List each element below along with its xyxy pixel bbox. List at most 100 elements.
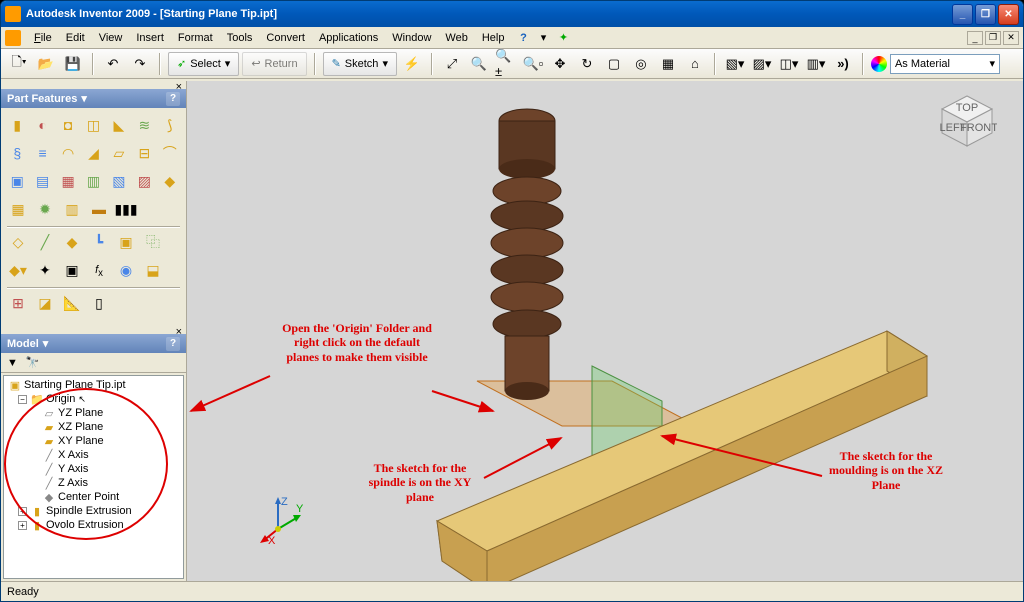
- move-face-icon[interactable]: ◆▾: [7, 259, 29, 281]
- tree-y-axis[interactable]: ╱Y Axis: [6, 462, 181, 476]
- sculpt-icon[interactable]: ◆: [160, 170, 180, 192]
- update-button[interactable]: ⚡: [400, 52, 424, 76]
- tree-yz-plane[interactable]: ▱YZ Plane: [6, 406, 181, 420]
- panel-close-icon-2[interactable]: ×: [176, 326, 182, 334]
- viewport[interactable]: TOP LEFT FRONT Open the 'Origin' Folder …: [187, 81, 1023, 581]
- menu-help[interactable]: Help: [475, 30, 512, 46]
- model-panel-header[interactable]: Model▾?: [1, 334, 186, 353]
- tree-root[interactable]: ▣Starting Plane Tip.ipt: [6, 378, 181, 392]
- insert-feature-icon[interactable]: ⬓: [142, 259, 164, 281]
- viewcube-button[interactable]: ▦: [656, 52, 680, 76]
- hole-icon[interactable]: ◘: [58, 114, 78, 136]
- zoom-dynamic-button[interactable]: 🔍±: [494, 52, 518, 76]
- work-plane-icon[interactable]: ◇: [7, 231, 29, 253]
- analyze-button[interactable]: »): [831, 52, 855, 76]
- barcode-icon[interactable]: ▮▮▮: [115, 198, 137, 220]
- mirror-icon[interactable]: ▥: [61, 198, 83, 220]
- shell-icon[interactable]: ◫: [83, 114, 103, 136]
- help-icon[interactable]: ?: [515, 30, 531, 46]
- decal-icon[interactable]: ▧: [109, 170, 129, 192]
- copy-object-icon[interactable]: ⿻: [142, 231, 164, 253]
- emboss-icon[interactable]: ▥: [83, 170, 103, 192]
- sweep-icon[interactable]: ⟆: [160, 114, 180, 136]
- parameters-icon[interactable]: fₓ: [88, 259, 110, 281]
- context-menu-icon[interactable]: ▾: [535, 30, 551, 46]
- filter-icon[interactable]: ▼: [7, 357, 18, 369]
- coil-icon[interactable]: §: [7, 142, 27, 164]
- tree-x-axis[interactable]: ╱X Axis: [6, 448, 181, 462]
- bend-icon[interactable]: ⌒: [160, 142, 180, 164]
- tree-ovolo-extrusion[interactable]: +▮Ovolo Extrusion: [6, 518, 181, 532]
- menu-applications[interactable]: Applications: [312, 30, 385, 46]
- region-icon[interactable]: ▯: [88, 292, 110, 314]
- work-axis-icon[interactable]: ╱: [34, 231, 56, 253]
- close-button[interactable]: ✕: [998, 4, 1019, 25]
- select-button[interactable]: ➶Select ▾: [168, 52, 239, 76]
- rect-pattern-icon[interactable]: ▦: [7, 198, 29, 220]
- menu-view[interactable]: View: [92, 30, 130, 46]
- home-button[interactable]: ⌂: [683, 52, 707, 76]
- menu-convert[interactable]: Convert: [259, 30, 312, 46]
- draft-icon[interactable]: ▱: [109, 142, 129, 164]
- delete-face-icon[interactable]: ▣: [7, 170, 27, 192]
- slice-button[interactable]: ▥▾: [804, 52, 828, 76]
- tree-spindle-extrusion[interactable]: +▮Spindle Extrusion: [6, 504, 181, 518]
- measure-icon[interactable]: 📐: [61, 292, 83, 314]
- tree-xy-plane[interactable]: ▰XY Plane: [6, 434, 181, 448]
- work-point-icon[interactable]: ◆: [61, 231, 83, 253]
- steering-wheel-button[interactable]: ◎: [629, 52, 653, 76]
- mdi-close-button[interactable]: ✕: [1003, 31, 1019, 45]
- replace-face-icon[interactable]: ▤: [32, 170, 52, 192]
- create-mate-icon[interactable]: ◉: [115, 259, 137, 281]
- panel-help-icon[interactable]: ?: [166, 92, 180, 106]
- extrude-icon[interactable]: ▮: [7, 114, 27, 136]
- material-dropdown[interactable]: As Material▾: [890, 54, 1000, 74]
- undo-button[interactable]: ↶: [101, 52, 125, 76]
- menu-edit[interactable]: Edit: [59, 30, 92, 46]
- ucs-icon[interactable]: ┗: [88, 231, 110, 253]
- rotate-button[interactable]: ↻: [575, 52, 599, 76]
- zoom-all-button[interactable]: ⤢: [440, 52, 464, 76]
- open-file-button[interactable]: 📂: [34, 52, 58, 76]
- minimize-button[interactable]: _: [952, 4, 973, 25]
- zoom-selected-button[interactable]: 🔍▫: [521, 52, 545, 76]
- surface-trim-icon[interactable]: ◪: [34, 292, 56, 314]
- thicken-icon[interactable]: ▦: [58, 170, 78, 192]
- menu-web[interactable]: Web: [438, 30, 474, 46]
- panel-close-icon[interactable]: ×: [176, 81, 182, 89]
- ortho-button[interactable]: ◫▾: [777, 52, 801, 76]
- shadow-button[interactable]: ▨▾: [750, 52, 774, 76]
- demote-icon[interactable]: ▣: [61, 259, 83, 281]
- return-button[interactable]: ↩Return: [242, 52, 306, 76]
- part-features-header[interactable]: Part Features▾?: [1, 89, 186, 108]
- derive-icon[interactable]: ▣: [115, 231, 137, 253]
- boundary-icon[interactable]: ▨: [134, 170, 154, 192]
- menu-file[interactable]: File: [27, 30, 59, 46]
- thread-icon[interactable]: ≡: [32, 142, 52, 164]
- fillet-icon[interactable]: ◠: [58, 142, 78, 164]
- panel-help-icon-2[interactable]: ?: [166, 337, 180, 351]
- loft-icon[interactable]: ≋: [134, 114, 154, 136]
- redo-button[interactable]: ↷: [128, 52, 152, 76]
- pan-button[interactable]: ✥: [548, 52, 572, 76]
- model-browser[interactable]: ▣Starting Plane Tip.ipt −📁Origin↖ ▱YZ Pl…: [3, 375, 184, 579]
- tree-origin[interactable]: −📁Origin↖: [6, 392, 181, 406]
- tree-xz-plane[interactable]: ▰XZ Plane: [6, 420, 181, 434]
- tree-center-point[interactable]: ◆Center Point: [6, 490, 181, 504]
- sketch-button[interactable]: ✎Sketch ▾: [323, 52, 397, 76]
- mdi-minimize-button[interactable]: _: [967, 31, 983, 45]
- combine-icon[interactable]: ▬: [88, 198, 110, 220]
- rib-icon[interactable]: ◣: [109, 114, 129, 136]
- tree-z-axis[interactable]: ╱Z Axis: [6, 476, 181, 490]
- look-at-button[interactable]: ▢: [602, 52, 626, 76]
- viewcube[interactable]: TOP LEFT FRONT: [937, 91, 997, 151]
- menu-window[interactable]: Window: [385, 30, 438, 46]
- save-button[interactable]: 💾: [61, 52, 85, 76]
- menu-insert[interactable]: Insert: [129, 30, 171, 46]
- promote-icon[interactable]: ✦: [34, 259, 56, 281]
- chamfer-icon[interactable]: ◢: [83, 142, 103, 164]
- menu-format[interactable]: Format: [171, 30, 220, 46]
- split-icon[interactable]: ⊟: [134, 142, 154, 164]
- maximize-button[interactable]: ❐: [975, 4, 996, 25]
- revolve-icon[interactable]: ◐: [32, 114, 52, 136]
